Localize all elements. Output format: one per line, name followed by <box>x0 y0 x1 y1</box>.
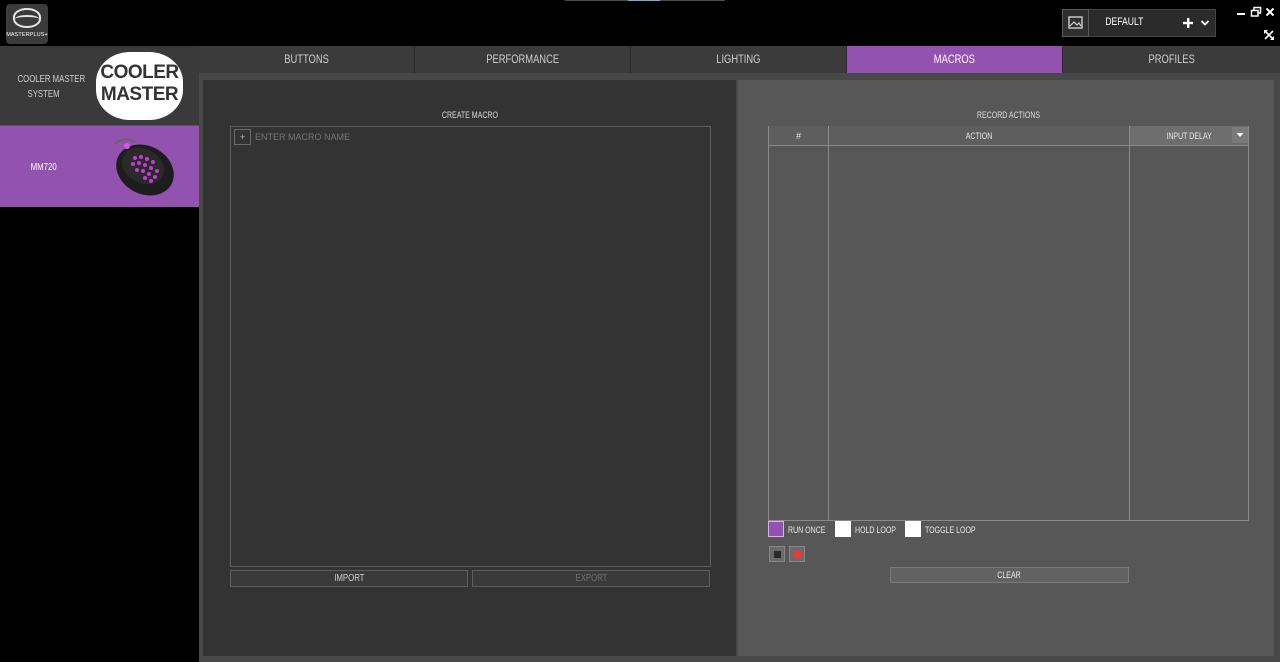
cooler-master-logo: COOLER MASTER <box>96 52 183 120</box>
import-button[interactable]: IMPORT <box>230 570 468 587</box>
mouse-icon <box>105 132 177 198</box>
hold-loop-label: HOLD LOOP <box>855 525 896 535</box>
collapse-icon <box>1264 30 1274 40</box>
column-header-input-delay[interactable]: INPUT DELAY <box>1130 126 1248 146</box>
toggle-loop-label: TOGGLE LOOP <box>925 525 976 535</box>
tab-macros[interactable]: MACROS <box>847 46 1063 73</box>
hold-loop-radio[interactable] <box>835 521 851 537</box>
export-button[interactable]: EXPORT <box>472 570 710 587</box>
profile-name[interactable]: DEFAULT <box>1100 16 1149 28</box>
caret-down-icon <box>1236 133 1244 137</box>
add-macro-button[interactable]: + <box>234 129 251 145</box>
device-label: MM720 <box>30 162 58 173</box>
create-macro-title: CREATE MACRO <box>441 110 499 120</box>
run-once-radio[interactable] <box>768 521 784 537</box>
app-logo[interactable]: MASTERPLUS+ <box>6 4 48 44</box>
column-divider <box>828 126 829 521</box>
add-profile-button[interactable] <box>1181 14 1195 32</box>
run-once-label: RUN ONCE <box>788 525 826 535</box>
toggle-loop-radio[interactable] <box>905 521 921 537</box>
close-icon <box>1265 7 1275 17</box>
compact-mode-button[interactable] <box>1263 29 1275 41</box>
sidebar-system-label: COOLER MASTER SYSTEM <box>17 74 86 100</box>
logo-disc-line-icon <box>15 15 39 23</box>
tab-buttons[interactable]: BUTTONS <box>199 46 415 73</box>
title-strip-highlight <box>628 0 660 1</box>
plus-icon <box>1183 18 1193 28</box>
record-button[interactable] <box>789 546 805 562</box>
restore-icon <box>1250 6 1262 17</box>
clear-button[interactable]: CLEAR <box>890 567 1129 583</box>
close-button[interactable] <box>1264 6 1276 18</box>
column-divider <box>1129 126 1130 521</box>
profile-dropdown-button[interactable] <box>1198 14 1212 32</box>
profile-image-button[interactable] <box>1062 9 1089 37</box>
minimize-icon <box>1237 13 1245 15</box>
image-icon <box>1068 16 1083 29</box>
stop-record-button[interactable] <box>769 546 785 562</box>
minimize-button[interactable] <box>1235 6 1247 18</box>
input-delay-dropdown[interactable] <box>1232 127 1248 143</box>
tab-performance[interactable]: PERFORMANCE <box>415 46 631 73</box>
brand-logo-line1: COOLER <box>100 62 179 83</box>
record-actions-title: RECORD ACTIONS <box>977 110 1041 120</box>
chevron-down-icon <box>1200 20 1210 26</box>
actions-table[interactable] <box>768 126 1249 521</box>
macro-name-input[interactable] <box>255 130 455 144</box>
macro-list[interactable] <box>230 126 711 567</box>
stop-icon <box>774 551 781 558</box>
column-header-number: # <box>769 126 828 146</box>
tab-lighting[interactable]: LIGHTING <box>631 46 847 73</box>
brand-logo-line2: MASTER <box>100 84 179 105</box>
column-header-action: ACTION <box>829 126 1129 146</box>
restore-button[interactable] <box>1250 6 1262 18</box>
tab-profiles[interactable]: PROFILES <box>1063 46 1280 73</box>
record-icon <box>793 550 802 559</box>
logo-text: MASTERPLUS+ <box>6 32 48 38</box>
